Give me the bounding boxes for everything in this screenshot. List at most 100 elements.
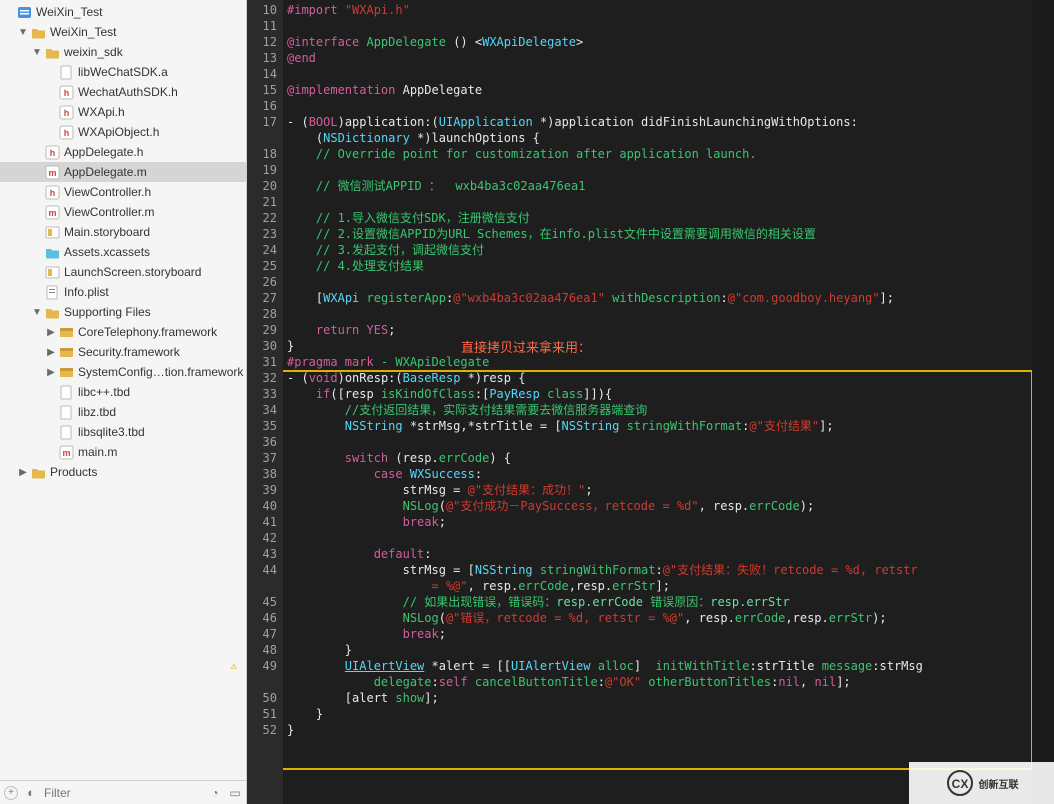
code-line[interactable]: delegate:self cancelButtonTitle:@"OK" ot… (287, 674, 1032, 690)
tree-row-assets-xcassets[interactable]: Assets.xcassets (0, 242, 246, 262)
code-line[interactable]: - (BOOL)application:(UIApplication *)app… (287, 114, 1032, 130)
tree-row-wxapi-h[interactable]: hWXApi.h (0, 102, 246, 122)
disclosure-triangle[interactable]: ▶ (46, 347, 56, 358)
code-line[interactable]: #pragma mark - WXApiDelegate (287, 354, 1032, 370)
code-line[interactable]: // 3.发起支付，调起微信支付 (287, 242, 1032, 258)
code-line[interactable]: @implementation AppDelegate (287, 82, 1032, 98)
code-line[interactable]: // 微信测试APPID ： wxb4ba3c02aa476ea1 (287, 178, 1032, 194)
code-content[interactable]: #import "WXApi.h" @interface AppDelegate… (283, 0, 1032, 804)
tree-row-libsqlite3-tbd[interactable]: libsqlite3.tbd (0, 422, 246, 442)
tree-row-info-plist[interactable]: Info.plist (0, 282, 246, 302)
filter-input[interactable] (44, 786, 202, 800)
line-number: 17 (247, 114, 277, 130)
code-line[interactable]: - (void)onResp:(BaseResp *)resp { (287, 370, 1032, 386)
code-line[interactable] (287, 530, 1032, 546)
disclosure-triangle[interactable]: ▼ (18, 27, 28, 38)
recent-icon[interactable]: ◔ (208, 786, 222, 800)
disclosure-triangle[interactable]: ▶ (18, 467, 28, 478)
code-line[interactable]: (NSDictionary *)launchOptions { (287, 130, 1032, 146)
code-line[interactable]: return YES; (287, 322, 1032, 338)
code-line[interactable]: switch (resp.errCode) { (287, 450, 1032, 466)
tree-row-wxapiobject-h[interactable]: hWXApiObject.h (0, 122, 246, 142)
tree-row-wechatauthsdk-h[interactable]: hWechatAuthSDK.h (0, 82, 246, 102)
code-line[interactable]: } (287, 642, 1032, 658)
tree-item-label: Security.framework (78, 345, 180, 359)
tree-item-label: Assets.xcassets (64, 245, 150, 259)
code-line[interactable]: } (287, 706, 1032, 722)
framework-icon (58, 324, 74, 340)
tree-row-systemconfig-tion-framework[interactable]: ▶SystemConfig…tion.framework (0, 362, 246, 382)
code-line[interactable] (287, 274, 1032, 290)
code-line[interactable] (287, 306, 1032, 322)
tree-row-viewcontroller-m[interactable]: mViewController.m (0, 202, 246, 222)
tree-row-main-m[interactable]: mmain.m (0, 442, 246, 462)
tree-row-security-framework[interactable]: ▶ Security.framework (0, 342, 246, 362)
file-tree[interactable]: WeiXin_Test▼WeiXin_Test▼weixin_sdklibWeC… (0, 0, 246, 780)
tree-row-launchscreen-storyboard[interactable]: LaunchScreen.storyboard (0, 262, 246, 282)
code-line[interactable] (287, 66, 1032, 82)
line-number: 14 (247, 66, 277, 82)
tree-item-label: WXApi.h (78, 105, 125, 119)
code-line[interactable]: #import "WXApi.h" (287, 2, 1032, 18)
code-line[interactable] (287, 18, 1032, 34)
code-line[interactable] (287, 98, 1032, 114)
filter-icon[interactable]: ◐ (24, 786, 38, 800)
line-number: 11 (247, 18, 277, 34)
line-number: 10 (247, 2, 277, 18)
code-line[interactable] (287, 434, 1032, 450)
tree-row-weixin-sdk[interactable]: ▼weixin_sdk (0, 42, 246, 62)
minimap[interactable] (1032, 0, 1054, 804)
code-line[interactable]: @interface AppDelegate () <WXApiDelegate… (287, 34, 1032, 50)
code-line[interactable]: if([resp isKindOfClass:[PayResp class]])… (287, 386, 1032, 402)
code-line[interactable] (287, 194, 1032, 210)
code-line[interactable]: //支付返回结果，实际支付结果需要去微信服务器端查询 (287, 402, 1032, 418)
code-line[interactable]: // 1.导入微信支付SDK，注册微信支付 (287, 210, 1032, 226)
tree-row-weixin-test[interactable]: WeiXin_Test (0, 2, 246, 22)
disclosure-triangle[interactable]: ▼ (32, 47, 42, 58)
file-icon (58, 404, 74, 420)
tree-row-coretelephony-framework[interactable]: ▶CoreTelephony.framework (0, 322, 246, 342)
line-number: 22 (247, 210, 277, 226)
line-number: 12 (247, 34, 277, 50)
tree-row-libz-tbd[interactable]: libz.tbd (0, 402, 246, 422)
code-line[interactable]: break; (287, 626, 1032, 642)
code-line[interactable]: NSLog(@"错误，retcode = %d, retstr = %@", r… (287, 610, 1032, 626)
code-line[interactable]: // Override point for customization afte… (287, 146, 1032, 162)
tree-row-products[interactable]: ▶Products (0, 462, 246, 482)
scm-icon[interactable]: ▭ (228, 786, 242, 800)
tree-row-supporting-files[interactable]: ▼Supporting Files (0, 302, 246, 322)
disclosure-triangle[interactable]: ▼ (32, 307, 42, 318)
code-line[interactable]: } (287, 722, 1032, 738)
tree-row-appdelegate-h[interactable]: hAppDelegate.h (0, 142, 246, 162)
code-line[interactable]: default: (287, 546, 1032, 562)
code-line[interactable]: } (287, 338, 1032, 354)
tree-row-libc---tbd[interactable]: libc++.tbd (0, 382, 246, 402)
svg-text:h: h (63, 128, 69, 138)
tree-row-weixin-test[interactable]: ▼WeiXin_Test (0, 22, 246, 42)
code-line[interactable]: NSString *strMsg,*strTitle = [NSString s… (287, 418, 1032, 434)
code-line[interactable]: [alert show]; (287, 690, 1032, 706)
code-line[interactable]: UIAlertView *alert = [[UIAlertView alloc… (287, 658, 1032, 674)
code-line[interactable]: = %@", resp.errCode,resp.errStr]; (287, 578, 1032, 594)
code-line[interactable]: break; (287, 514, 1032, 530)
disclosure-triangle[interactable]: ▶ (46, 327, 56, 338)
file-navigator-sidebar: WeiXin_Test▼WeiXin_Test▼weixin_sdklibWeC… (0, 0, 247, 804)
code-line[interactable]: // 4.处理支付结果 (287, 258, 1032, 274)
code-line[interactable]: // 2.设置微信APPID为URL Schemes，在info.plist文件… (287, 226, 1032, 242)
code-line[interactable]: strMsg = [NSString stringWithFormat:@"支付… (287, 562, 1032, 578)
tree-row-libwechatsdk-a[interactable]: libWeChatSDK.a (0, 62, 246, 82)
tree-row-appdelegate-m[interactable]: mAppDelegate.m (0, 162, 246, 182)
code-line[interactable]: // 如果出现错误，错误码：resp.errCode 错误原因：resp.err… (287, 594, 1032, 610)
line-number: 44 (247, 562, 277, 578)
source-editor[interactable]: 1011121314151617181920212223242526272829… (247, 0, 1054, 804)
code-line[interactable]: [WXApi registerApp:@"wxb4ba3c02aa476ea1"… (287, 290, 1032, 306)
code-line[interactable]: NSLog(@"支付成功－PaySuccess，retcode = %d", r… (287, 498, 1032, 514)
disclosure-triangle[interactable]: ▶ (46, 367, 56, 378)
tree-row-main-storyboard[interactable]: Main.storyboard (0, 222, 246, 242)
code-line[interactable] (287, 162, 1032, 178)
code-line[interactable]: strMsg = @"支付结果：成功！"; (287, 482, 1032, 498)
code-line[interactable]: case WXSuccess: (287, 466, 1032, 482)
code-line[interactable]: @end (287, 50, 1032, 66)
add-icon[interactable]: + (4, 786, 18, 800)
tree-row-viewcontroller-h[interactable]: hViewController.h (0, 182, 246, 202)
